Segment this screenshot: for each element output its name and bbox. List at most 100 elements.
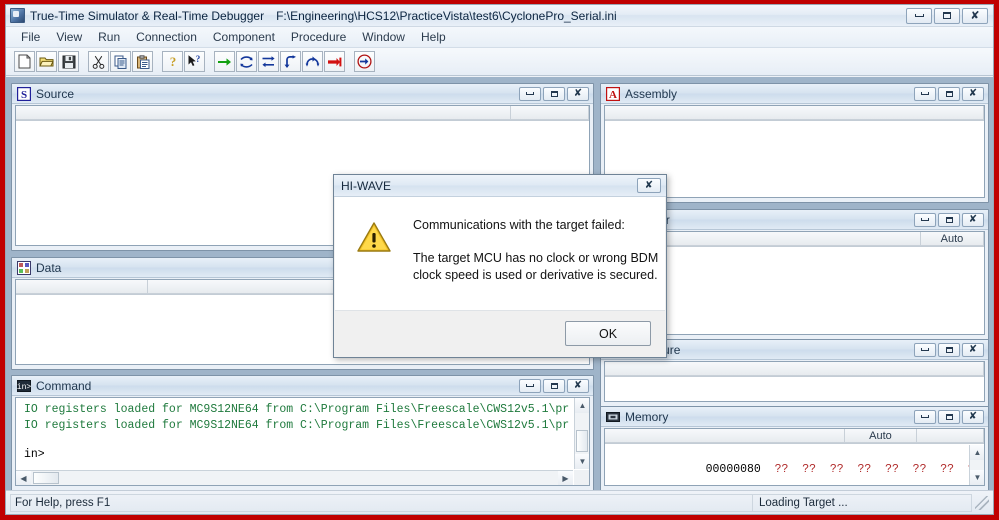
data-grid-icon	[17, 260, 31, 275]
context-help-button[interactable]: ?	[184, 51, 205, 72]
command-prompt[interactable]: in>	[16, 434, 573, 462]
command-window-controls: ✘	[519, 378, 591, 393]
register-close-button[interactable]: ✘	[962, 212, 984, 227]
command-maximize-button[interactable]	[543, 378, 565, 393]
command-output-line-2: IO registers loaded for MC9S12NE64 from …	[24, 419, 570, 432]
dialog-close-button[interactable]: ✘	[637, 178, 661, 193]
toolbar-separator-3	[206, 51, 214, 72]
menu-item-connection[interactable]: Connection	[128, 28, 205, 46]
open-file-button[interactable]	[36, 51, 57, 72]
memory-vertical-scrollbar[interactable]: ▲ ▼	[969, 445, 984, 485]
command-scroll-corner	[574, 470, 589, 485]
procedure-close-button[interactable]: ✘	[962, 342, 984, 357]
menu-item-component[interactable]: Component	[205, 28, 283, 46]
memory-close-button[interactable]: ✘	[962, 409, 984, 424]
source-close-button[interactable]: ✘	[567, 86, 589, 101]
step-over-button[interactable]	[236, 51, 257, 72]
dialog-message-line-1: Communications with the target failed:	[413, 218, 625, 232]
command-horizontal-scrollbar[interactable]: ◀ ▶	[16, 470, 573, 485]
mdi-client-area: S Source ✘ A Assembly ✘ ✘ Auto ✘ Data in…	[6, 77, 993, 491]
step-into-button[interactable]	[258, 51, 279, 72]
memory-window-controls: ✘	[914, 409, 986, 424]
memory-mode-cell[interactable]: Auto	[845, 429, 917, 443]
memory-maximize-button[interactable]	[938, 409, 960, 424]
run-button[interactable]	[214, 51, 235, 72]
source-maximize-button[interactable]	[543, 86, 565, 101]
menu-item-run[interactable]: Run	[90, 28, 128, 46]
dialog-message: Communications with the target failed: T…	[413, 217, 658, 310]
command-scroll-up-button[interactable]: ▲	[575, 398, 589, 413]
close-button[interactable]: ✘	[962, 7, 988, 24]
command-scroll-left-button[interactable]: ◀	[16, 471, 31, 485]
memory-title-label: Memory	[625, 409, 669, 424]
command-output-line-1: IO registers loaded for MC9S12NE64 from …	[24, 403, 570, 416]
command-minimize-button[interactable]	[519, 378, 541, 393]
procedure-header-row	[605, 362, 984, 377]
save-file-button[interactable]	[58, 51, 79, 72]
data-header-cell-1[interactable]	[16, 280, 148, 294]
step-out-button[interactable]	[280, 51, 301, 72]
register-minimize-button[interactable]	[914, 212, 936, 227]
window-file-path: F:\Engineering\HCS12\PracticeVista\test6…	[276, 8, 617, 23]
maximize-button[interactable]	[934, 7, 960, 24]
cut-button[interactable]	[88, 51, 109, 72]
copy-button[interactable]	[110, 51, 131, 72]
command-scroll-right-button[interactable]: ▶	[558, 471, 573, 485]
menu-item-help[interactable]: Help	[413, 28, 454, 46]
menu-item-procedure[interactable]: Procedure	[283, 28, 354, 46]
command-vscroll-thumb[interactable]	[576, 430, 588, 452]
toolbar: ? ?	[6, 48, 993, 76]
assembly-title-bar: A Assembly ✘	[601, 84, 988, 104]
assembly-close-button[interactable]: ✘	[962, 86, 984, 101]
memory-minimize-button[interactable]	[914, 409, 936, 424]
register-mode-cell[interactable]: Auto	[921, 232, 984, 246]
application-window: True-Time Simulator & Real-Time Debugger…	[5, 4, 994, 515]
halt-button[interactable]	[324, 51, 345, 72]
memory-header-cell-1[interactable]	[605, 429, 845, 443]
new-file-button[interactable]	[14, 51, 35, 72]
command-output-area[interactable]: IO registers loaded for MC9S12NE64 from …	[16, 398, 573, 469]
menu-item-window[interactable]: Window	[354, 28, 413, 46]
assembly-title-label: Assembly	[625, 86, 678, 101]
command-content[interactable]: IO registers loaded for MC9S12NE64 from …	[15, 397, 590, 486]
procedure-minimize-button[interactable]	[914, 342, 936, 357]
register-maximize-button[interactable]	[938, 212, 960, 227]
command-hscroll-thumb[interactable]	[33, 472, 59, 484]
command-vertical-scrollbar[interactable]: ▲ ▼	[574, 398, 589, 469]
command-close-button[interactable]: ✘	[567, 378, 589, 393]
dialog-ok-button[interactable]: OK	[565, 321, 651, 346]
procedure-content[interactable]	[604, 361, 985, 402]
reset-button[interactable]	[354, 51, 375, 72]
memory-content[interactable]: Auto 00000080 ?? ?? ?? ?? ?? ?? ?? ?? ??…	[604, 428, 985, 486]
source-header-cell-1[interactable]	[16, 106, 511, 120]
source-header-cell-2[interactable]	[511, 106, 589, 120]
minimize-button[interactable]	[906, 7, 932, 24]
memory-scroll-up-button[interactable]: ▲	[970, 445, 984, 460]
memory-row-bytes: ?? ?? ?? ?? ?? ?? ?? ??	[774, 463, 982, 476]
memory-header-cell-3[interactable]	[917, 429, 984, 443]
window-controls: ✘	[906, 7, 991, 24]
help-button[interactable]: ?	[162, 51, 183, 72]
memory-scroll-down-button[interactable]: ▼	[970, 470, 984, 485]
memory-title-bar: Memory ✘	[601, 407, 988, 427]
memory-dump-area[interactable]: 00000080 ?? ?? ?? ?? ?? ?? ?? ?? ???????…	[605, 445, 982, 485]
procedure-header-cell-1[interactable]	[605, 362, 984, 376]
svg-text:A: A	[609, 89, 617, 101]
assembly-maximize-button[interactable]	[938, 86, 960, 101]
assembly-step-button[interactable]	[302, 51, 323, 72]
command-window[interactable]: in> Command ✘ IO registers loaded for MC…	[11, 375, 594, 491]
memory-window[interactable]: Memory ✘ Auto 00000080 ?? ?? ?? ?? ?? ??…	[600, 406, 989, 491]
assembly-header-row	[605, 106, 984, 121]
command-scroll-down-button[interactable]: ▼	[575, 454, 589, 469]
source-minimize-button[interactable]	[519, 86, 541, 101]
procedure-maximize-button[interactable]	[938, 342, 960, 357]
assembly-minimize-button[interactable]	[914, 86, 936, 101]
assembly-header-cell-1[interactable]	[605, 106, 984, 120]
dialog-window-controls: ✘	[637, 178, 663, 193]
hiwave-error-dialog[interactable]: HI-WAVE ✘ Communications with the target…	[333, 174, 667, 358]
svg-text:?: ?	[196, 54, 201, 64]
menu-item-view[interactable]: View	[48, 28, 90, 46]
resize-grip[interactable]	[975, 495, 989, 510]
menu-item-file[interactable]: File	[13, 28, 48, 46]
paste-button[interactable]	[132, 51, 153, 72]
